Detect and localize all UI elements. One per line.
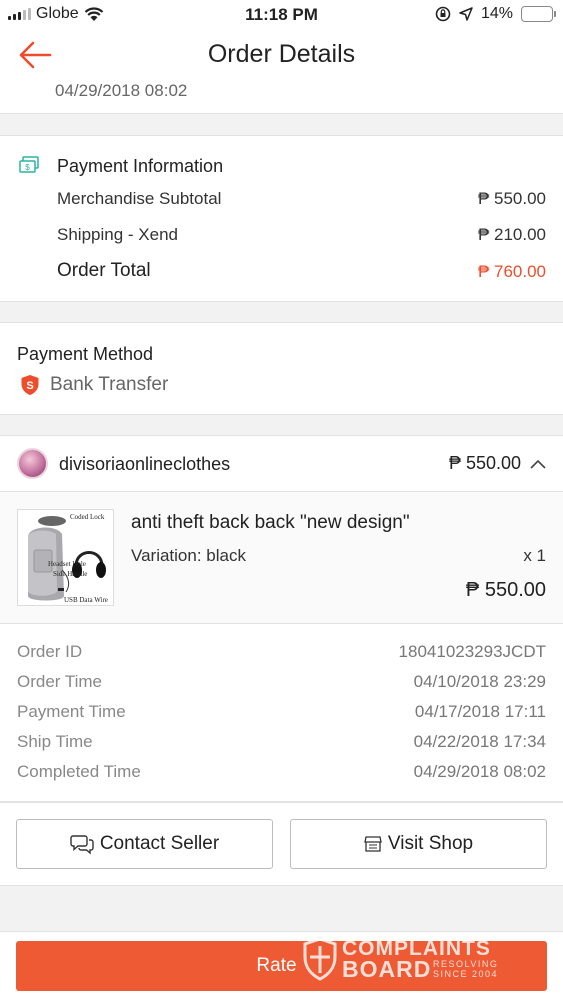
visit-shop-label: Visit Shop	[387, 833, 474, 854]
completed-timestamp: 04/29/2018 08:02	[55, 81, 188, 100]
thumb-label-handle: Side Handle	[53, 570, 88, 578]
ship-time-value: 04/22/2018 17:34	[413, 732, 546, 751]
shipping-row: Shipping - Xend ₱ 210.00	[57, 225, 546, 245]
orientation-lock-icon	[435, 6, 451, 22]
product-price: ₱ 550.00	[465, 579, 546, 601]
battery-percent: 14%	[480, 5, 513, 22]
avatar	[17, 448, 48, 479]
shipping-status-row: 04/29/2018 08:02	[0, 81, 563, 114]
order-time-label: Order Time	[17, 672, 103, 691]
payment-method-section: Payment Method S Bank Transfer	[0, 322, 563, 415]
payment-information-title: Payment Information	[57, 156, 224, 176]
contact-seller-button[interactable]: Contact Seller	[16, 819, 273, 869]
order-id-label: Order ID	[17, 642, 83, 661]
chat-icon	[70, 835, 94, 855]
status-right: 14%	[435, 5, 556, 23]
thumb-label-usb: USB Data Wire	[64, 596, 108, 604]
visit-shop-button[interactable]: Visit Shop	[290, 819, 547, 869]
shipping-value: ₱ 210.00	[477, 225, 546, 244]
product-name: anti theft back back "new design"	[131, 512, 410, 533]
product-thumbnail: Coded Lock Headset Hole Side Handle USB …	[17, 509, 114, 606]
watermark: COMPLAINTS BOARD RESOLVING SINCE 2004	[300, 934, 520, 986]
order-time-value: 04/10/2018 23:29	[413, 672, 546, 691]
subtotal-label: Merchandise Subtotal	[57, 189, 222, 208]
payment-time-label: Payment Time	[17, 702, 126, 721]
arrow-left-icon	[19, 41, 52, 69]
svg-text:S: S	[26, 380, 33, 392]
location-arrow-icon	[459, 7, 473, 21]
thumb-label-headset: Headset Hole	[48, 560, 86, 568]
payment-method-value: Bank Transfer	[50, 374, 169, 395]
completed-time-value: 04/29/2018 08:02	[413, 762, 546, 781]
watermark-line2: BOARD	[342, 956, 432, 982]
thumb-label-lock: Coded Lock	[70, 513, 105, 521]
payment-time-row: Payment Time 04/17/2018 17:11	[17, 702, 546, 722]
battery-icon	[521, 6, 556, 22]
order-id-row: Order ID 18041023293JCDT	[17, 642, 546, 662]
watermark-line3: RESOLVING SINCE 2004	[433, 959, 498, 979]
subtotal-row: Merchandise Subtotal ₱ 550.00	[57, 189, 546, 209]
back-button[interactable]	[18, 40, 58, 74]
product-variation: Variation: black	[131, 546, 246, 565]
subtotal-value: ₱ 550.00	[477, 189, 546, 208]
header: Order Details	[0, 28, 563, 84]
money-icon: $	[19, 156, 39, 173]
payment-information-section: $ Payment Information Merchandise Subtot…	[0, 135, 563, 302]
shield-s-icon: S	[21, 375, 39, 395]
order-total-label: Order Total	[57, 260, 151, 281]
order-time-row: Order Time 04/10/2018 23:29	[17, 672, 546, 692]
product-quantity: x 1	[523, 546, 546, 565]
shield-logo-icon	[303, 937, 337, 981]
order-total-row: Order Total ₱ 760.00	[57, 260, 546, 282]
rate-label: Rate	[256, 955, 297, 976]
shop-order-section: divisoriaonlineclothes ₱ 550.00 Coded Lo…	[0, 435, 563, 802]
watermark-line3b: SINCE 2004	[433, 969, 499, 979]
completed-time-row: Completed Time 04/29/2018 08:02	[17, 762, 546, 782]
shop-name: divisoriaonlineclothes	[59, 454, 231, 474]
status-bar: Globe 11:18 PM 14%	[0, 0, 563, 28]
payment-time-value: 04/17/2018 17:11	[414, 702, 546, 721]
ship-time-row: Ship Time 04/22/2018 17:34	[17, 732, 546, 752]
product-item[interactable]: Coded Lock Headset Hole Side Handle USB …	[0, 492, 563, 624]
ship-time-label: Ship Time	[17, 732, 93, 751]
chevron-up-icon[interactable]	[529, 458, 547, 470]
order-meta: Order ID 18041023293JCDT Order Time 04/1…	[0, 624, 563, 801]
payment-method-title: Payment Method	[17, 344, 154, 364]
shop-header[interactable]: divisoriaonlineclothes ₱ 550.00	[0, 436, 563, 492]
order-total-value: ₱ 760.00	[477, 262, 546, 281]
shop-total: ₱ 550.00	[448, 453, 521, 473]
shop-icon	[364, 836, 382, 852]
page-title: Order Details	[207, 40, 356, 68]
backpack-image	[28, 516, 106, 601]
shipping-label: Shipping - Xend	[57, 225, 178, 244]
completed-time-label: Completed Time	[17, 762, 141, 781]
action-buttons: Contact Seller Visit Shop	[0, 802, 563, 886]
watermark-line3a: RESOLVING	[433, 959, 499, 969]
svg-text:$: $	[25, 163, 30, 172]
contact-seller-label: Contact Seller	[99, 833, 220, 854]
order-id-value: 18041023293JCDT	[398, 642, 546, 661]
